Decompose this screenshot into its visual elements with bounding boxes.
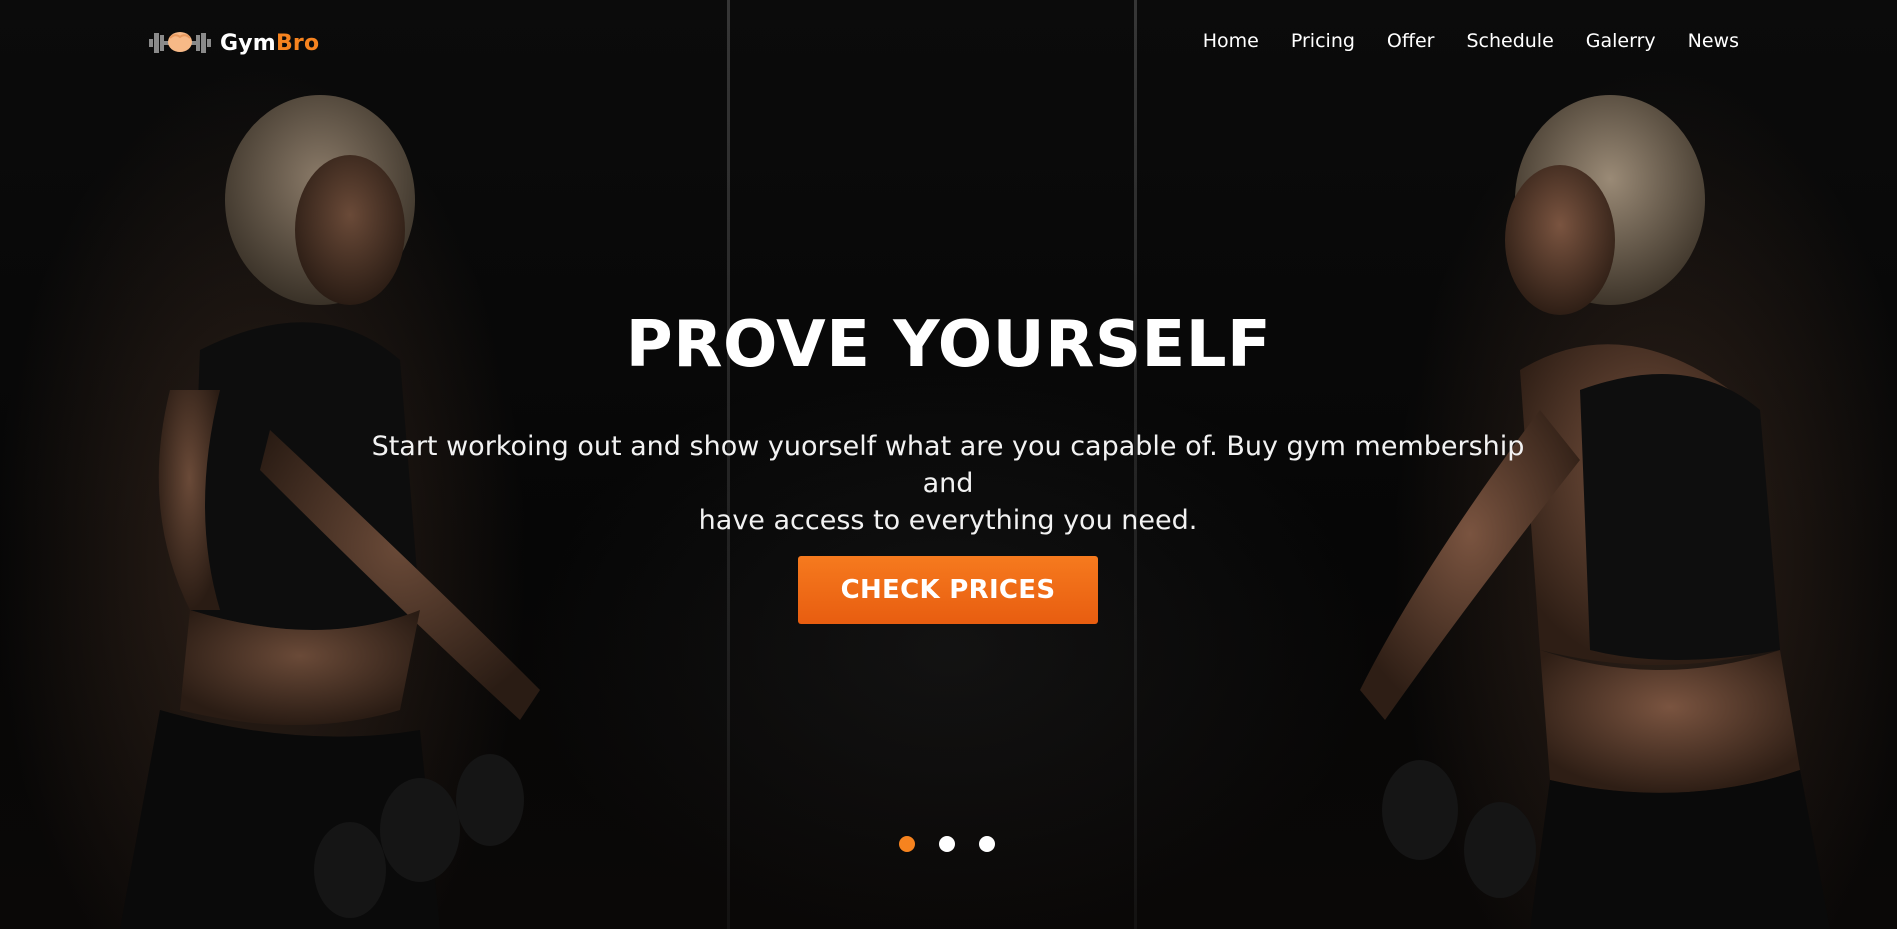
nav-link-news[interactable]: News <box>1688 30 1739 52</box>
slider-dots <box>899 836 995 852</box>
slider-dot-1[interactable] <box>899 836 915 852</box>
slider-dot-2[interactable] <box>939 836 955 852</box>
hero-subtitle-line-1: Start workoing out and show yuorself wha… <box>371 431 1525 499</box>
nav-link-pricing[interactable]: Pricing <box>1291 30 1355 52</box>
nav-link-offer[interactable]: Offer <box>1387 30 1435 52</box>
nav-link-schedule[interactable]: Schedule <box>1466 30 1553 52</box>
hero-title: PROVE YOURSELF <box>625 308 1272 382</box>
brand-logo[interactable]: GymBro <box>148 28 319 58</box>
hero-subtitle: Start workoing out and show yuorself wha… <box>348 428 1548 539</box>
brand-name: GymBro <box>220 30 320 56</box>
slider-dot-3[interactable] <box>979 836 995 852</box>
check-prices-button[interactable]: CHECK PRICES <box>798 556 1098 624</box>
nav-link-gallery[interactable]: Galerry <box>1586 30 1656 52</box>
top-navbar: GymBro Home Pricing Offer Schedule Galer… <box>0 0 1897 88</box>
nav-menu: Home Pricing Offer Schedule Galerry News <box>1203 30 1739 52</box>
nav-link-home[interactable]: Home <box>1203 30 1259 52</box>
hero-section: GymBro Home Pricing Offer Schedule Galer… <box>0 0 1897 929</box>
hero-subtitle-line-2: have access to everything you need. <box>698 505 1198 536</box>
dumbbell-fist-icon <box>149 32 211 53</box>
